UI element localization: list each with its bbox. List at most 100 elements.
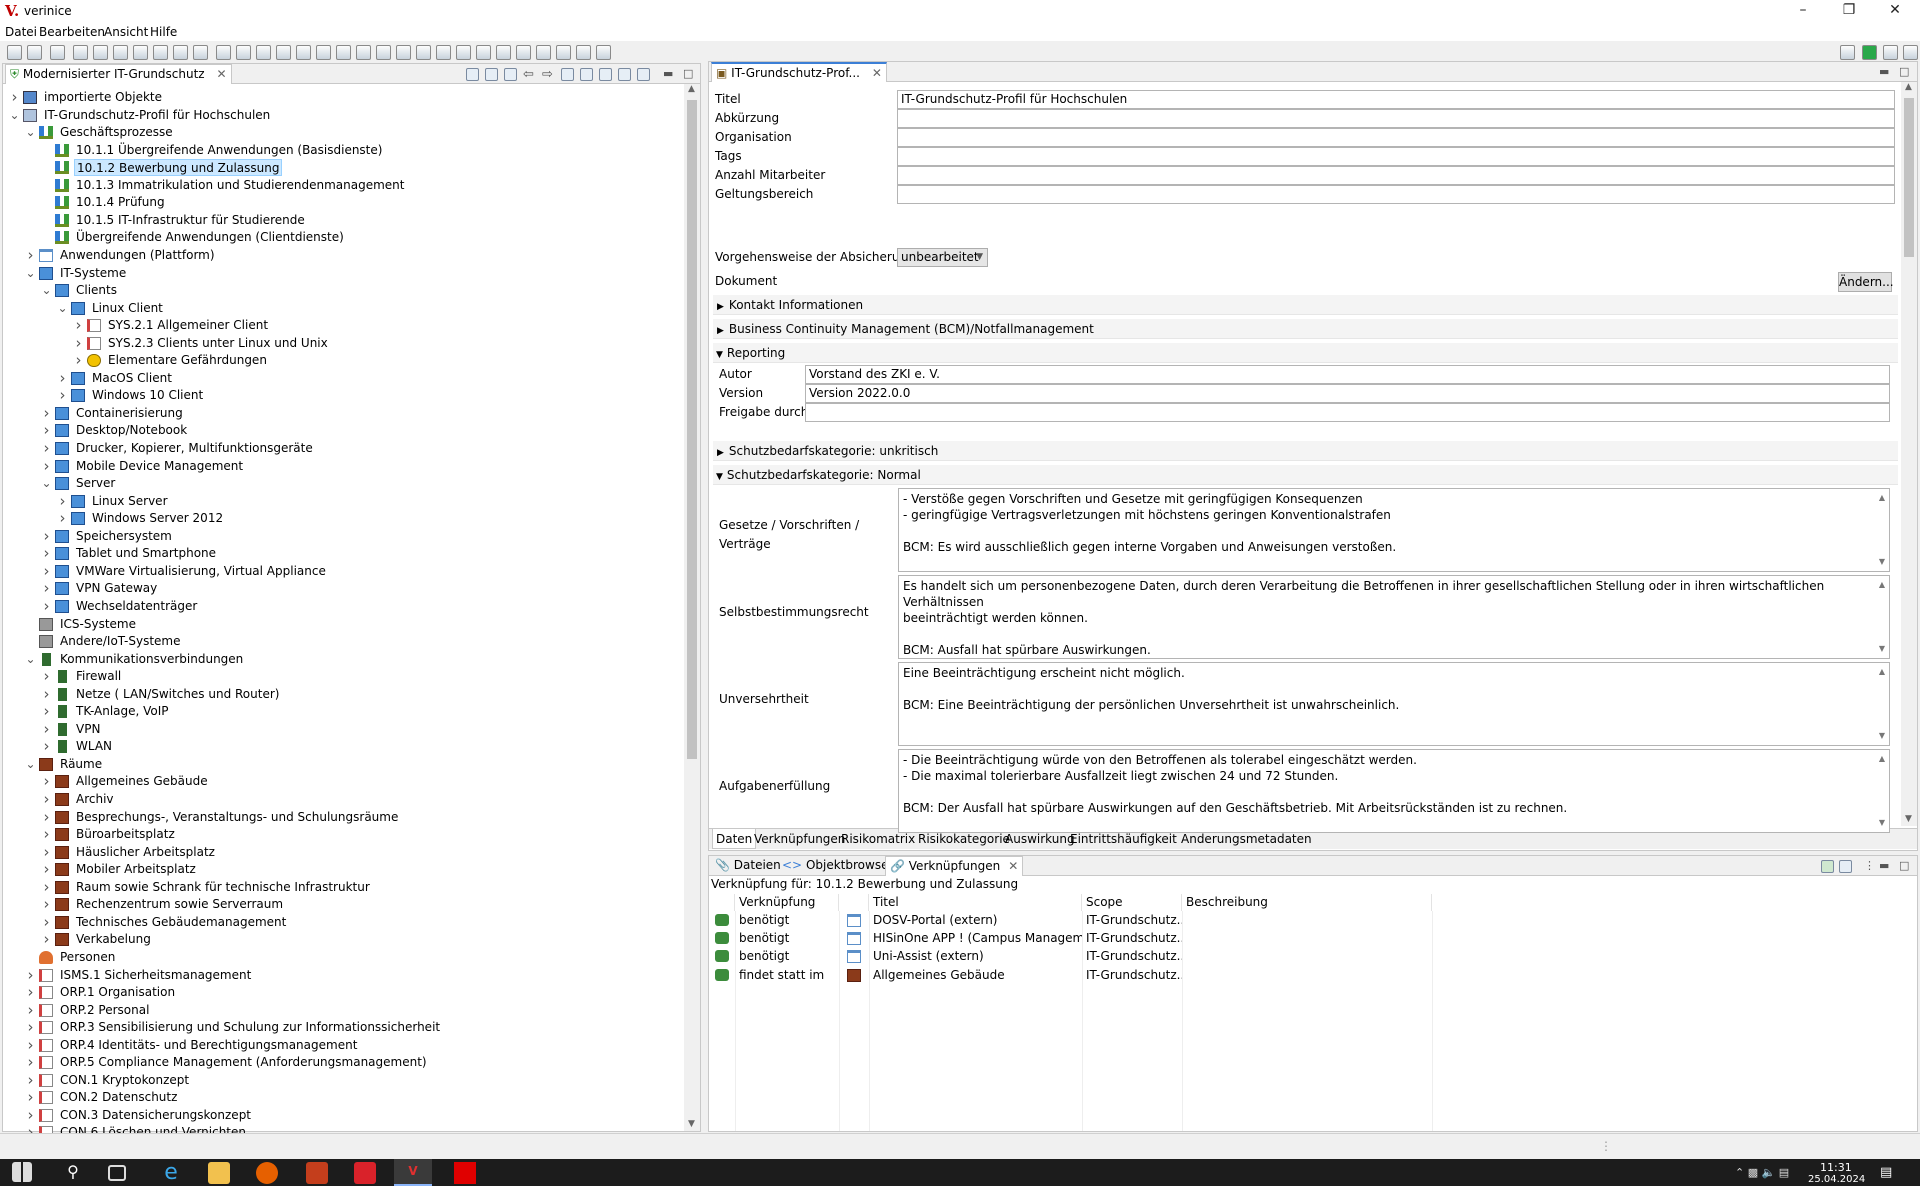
close-tab-icon[interactable]: ✕ <box>216 67 226 81</box>
chevron-right-icon[interactable]: › <box>25 1089 36 1106</box>
chevron-right-icon[interactable]: › <box>41 668 52 685</box>
menu-datei[interactable]: Datei <box>5 25 37 39</box>
chevron-right-icon[interactable]: › <box>41 843 52 861</box>
chevron-right-icon[interactable]: › <box>73 317 84 334</box>
maximize-view-icon[interactable]: □ <box>1899 65 1909 78</box>
scroll-up-icon[interactable]: ▲ <box>1879 577 1885 593</box>
chevron-right-icon[interactable]: › <box>25 246 36 264</box>
chevron-right-icon[interactable]: › <box>41 931 52 948</box>
chevron-right-icon[interactable]: › <box>25 1036 36 1054</box>
chevron-down-icon[interactable]: ⌄ <box>57 300 68 317</box>
scroll-down-icon[interactable]: ▼ <box>1879 554 1885 570</box>
chevron-right-icon[interactable]: › <box>25 1054 36 1071</box>
toolbar-action-icon[interactable] <box>456 45 471 60</box>
chevron-right-icon[interactable]: › <box>41 773 52 790</box>
toolbar-action-icon[interactable] <box>113 45 128 60</box>
new-element-icon[interactable] <box>599 68 612 81</box>
toolbar-action-icon[interactable] <box>396 45 411 60</box>
chevron-down-icon[interactable]: ⌄ <box>25 265 36 282</box>
perspective-icon[interactable] <box>1840 45 1855 60</box>
tab-modernisierter-grundschutz[interactable]: ⛨ Modernisierter IT-Grundschutz ✕ <box>5 64 232 84</box>
link-editor-icon[interactable] <box>580 68 593 81</box>
section-bcm[interactable]: ▶ Business Continuity Management (BCM)/No… <box>713 319 1898 339</box>
chevron-right-icon[interactable]: › <box>41 597 52 615</box>
minimize-view-icon[interactable]: ▬ <box>1879 859 1889 872</box>
link-title[interactable]: Uni-Assist (extern) <box>869 947 1082 965</box>
field-input[interactable] <box>897 128 1895 147</box>
maximize-view-icon[interactable]: □ <box>683 67 693 80</box>
chevron-right-icon[interactable]: › <box>25 1106 36 1124</box>
toolbar-action-icon[interactable] <box>556 45 571 60</box>
toolbar-action-icon[interactable] <box>476 45 491 60</box>
chevron-right-icon[interactable]: › <box>41 545 52 562</box>
chevron-right-icon[interactable]: › <box>41 562 52 580</box>
chevron-right-icon[interactable]: › <box>57 510 68 527</box>
start-icon[interactable] <box>12 1162 32 1182</box>
home-icon[interactable] <box>504 68 517 81</box>
close-tab-icon[interactable]: ✕ <box>872 66 882 80</box>
chevron-right-icon[interactable]: › <box>41 457 52 475</box>
tab-daten[interactable]: Daten <box>712 829 757 849</box>
toolbar-action-icon[interactable] <box>376 45 391 60</box>
app-task-icon[interactable] <box>454 1162 476 1184</box>
link-title[interactable]: DOSV-Portal (extern) <box>869 911 1082 929</box>
toolbar-action-icon[interactable] <box>173 45 188 60</box>
task-view-icon[interactable] <box>108 1165 126 1181</box>
restore-button[interactable]: ❐ <box>1826 0 1872 23</box>
minimize-button[interactable]: – <box>1780 0 1826 23</box>
tray-icons[interactable]: ⌃ ▩ 🔈 ▤ <box>1735 1166 1789 1179</box>
field-input[interactable] <box>897 109 1895 128</box>
chevron-right-icon[interactable]: › <box>57 492 68 510</box>
expand-links-icon[interactable] <box>1821 860 1834 873</box>
chevron-right-icon[interactable]: › <box>73 334 84 352</box>
chevron-right-icon[interactable]: › <box>41 896 52 913</box>
toolbar-action-icon[interactable] <box>133 45 148 60</box>
toolbar-action-icon[interactable] <box>256 45 271 60</box>
expand-all-icon[interactable] <box>466 68 479 81</box>
field-input[interactable] <box>897 185 1895 204</box>
field-input[interactable]: IT-Grundschutz-Profil für Hochschulen <box>897 90 1895 109</box>
protection-textarea[interactable]: - Die Beeinträchtigung würde von den Bet… <box>898 749 1890 833</box>
column-titel[interactable]: Titel <box>869 894 1082 911</box>
chevron-right-icon[interactable]: › <box>25 1071 36 1089</box>
search-icon[interactable]: ⚲ <box>62 1162 84 1184</box>
tree-scrollbar[interactable]: ▲ ▼ <box>684 84 700 1131</box>
chevron-right-icon[interactable]: › <box>41 791 52 808</box>
toolbar-action-icon[interactable] <box>316 45 331 60</box>
scroll-up-icon[interactable]: ▲ <box>1879 490 1885 506</box>
column-scope[interactable]: Scope <box>1082 894 1182 911</box>
link-mode-icon[interactable] <box>1839 860 1852 873</box>
clock-date[interactable]: 25.04.2024 <box>1808 1174 1865 1185</box>
chevron-right-icon[interactable]: › <box>41 878 52 896</box>
menu-hilfe[interactable]: Hilfe <box>150 25 177 39</box>
acrobat-icon[interactable] <box>354 1162 376 1184</box>
toolbar-action-icon[interactable] <box>153 45 168 60</box>
chevron-right-icon[interactable]: › <box>25 1001 36 1019</box>
minimize-view-icon[interactable]: ▬ <box>663 67 673 80</box>
toolbar-action-icon[interactable] <box>27 45 42 60</box>
protection-textarea[interactable]: Eine Beeinträchtigung erscheint nicht mö… <box>898 662 1890 746</box>
toolbar-action-icon[interactable] <box>336 45 351 60</box>
scroll-up-icon[interactable]: ▲ <box>1879 664 1885 680</box>
perspective-icon[interactable] <box>1883 45 1898 60</box>
toolbar-action-icon[interactable] <box>516 45 531 60</box>
field-input[interactable] <box>897 147 1895 166</box>
chevron-down-icon[interactable]: ⌄ <box>41 475 52 492</box>
toolbar-action-icon[interactable] <box>296 45 311 60</box>
collapse-all-icon[interactable] <box>485 68 498 81</box>
editor-scroll-thumb[interactable] <box>1904 98 1914 257</box>
perspective-icon[interactable] <box>1862 45 1877 60</box>
chevron-right-icon[interactable]: › <box>25 966 36 984</box>
scroll-down-icon[interactable]: ▼ <box>1879 815 1885 831</box>
toolbar-action-icon[interactable] <box>236 45 251 60</box>
chevron-right-icon[interactable]: › <box>41 808 52 826</box>
chevron-down-icon[interactable]: ⌄ <box>41 282 52 299</box>
toolbar-action-icon[interactable] <box>276 45 291 60</box>
protection-textarea[interactable]: - Verstöße gegen Vorschriften und Gesetz… <box>898 488 1890 572</box>
chevron-right-icon[interactable]: › <box>9 89 20 106</box>
chevron-right-icon[interactable]: › <box>41 913 52 931</box>
toolbar-action-icon[interactable] <box>7 45 22 60</box>
chevron-down-icon[interactable]: ⌄ <box>9 107 20 124</box>
chevron-down-icon[interactable]: ⌄ <box>25 651 36 668</box>
tree-scroll-thumb[interactable] <box>687 100 697 759</box>
